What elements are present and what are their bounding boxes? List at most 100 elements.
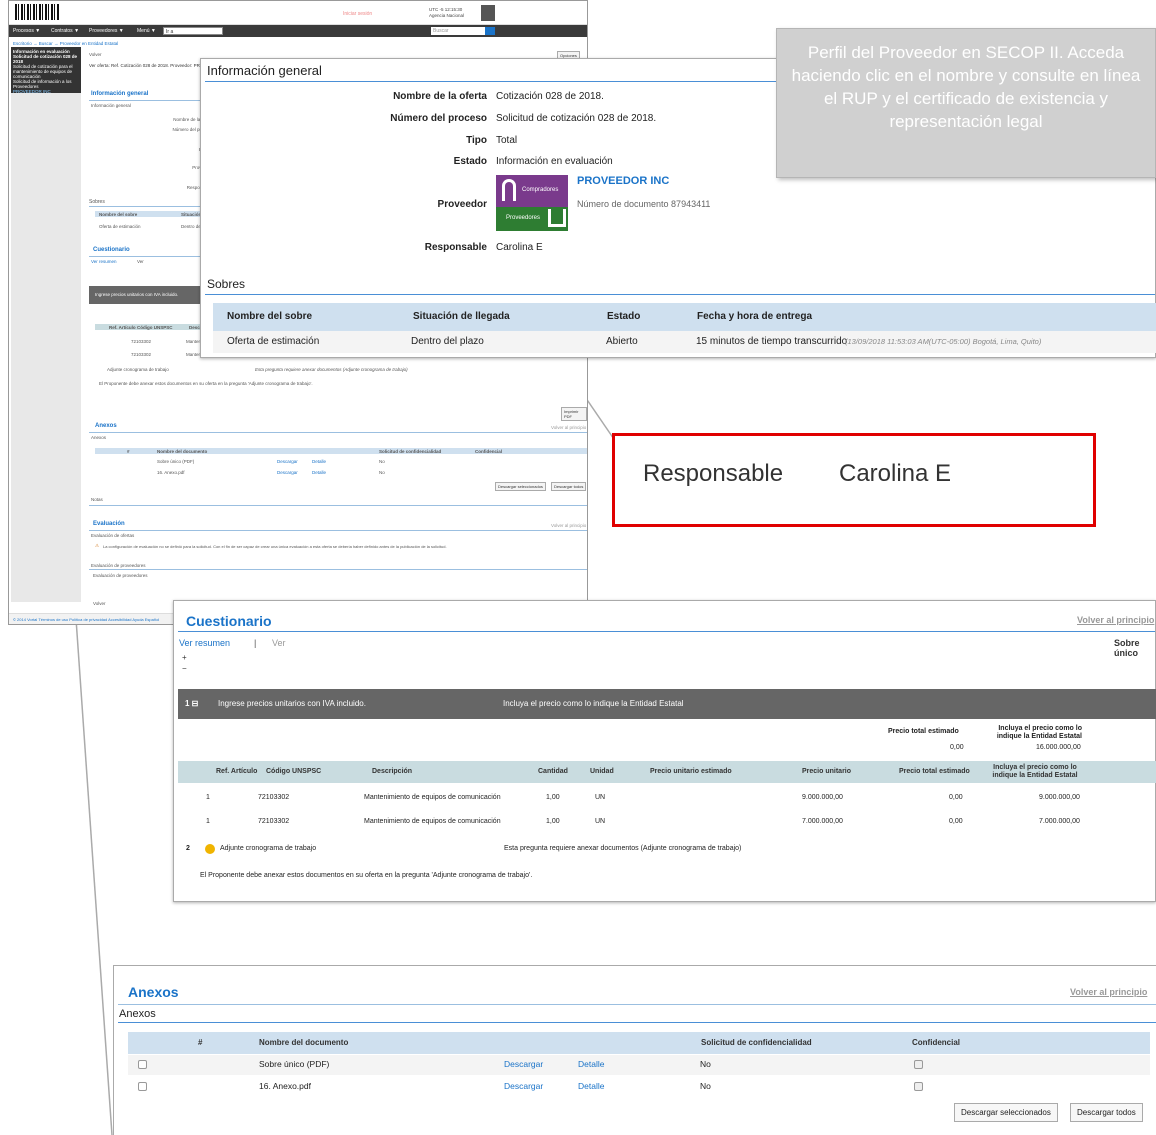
provider-document: Número de documento 87943411 — [577, 199, 711, 209]
label-responsible: Responsable — [424, 242, 487, 253]
bg-anexo-detail-1[interactable]: Detalle — [312, 459, 326, 464]
bg-anexos-col-num: # — [127, 449, 130, 454]
ver-resumen-link[interactable]: Ver resumen — [179, 638, 230, 648]
zoom-value: Carolina E — [839, 460, 952, 487]
search-icon[interactable] — [485, 27, 495, 35]
bg-eval-warning: La configuración de evaluación no se def… — [103, 544, 447, 549]
avatar[interactable] — [481, 5, 495, 21]
item-unit-1: UN — [595, 794, 606, 801]
summary-header-est: Precio total estimado — [888, 728, 959, 735]
label-offer-name: Nombre de la oferta — [393, 91, 487, 102]
confidential-checkbox-2 — [914, 1082, 923, 1091]
item-price-2: 7.000.000,00 — [802, 818, 843, 825]
sobre-state: Abierto — [606, 336, 638, 347]
anexos-col-conf-req: Solicitud de confidencialidad — [701, 1038, 812, 1047]
bg-sobres-name: Oferta de estimación — [99, 224, 141, 229]
bg-ver[interactable]: Ver — [137, 259, 144, 264]
item-unit-2: UN — [595, 818, 606, 825]
question-text-1: Ingrese precios unitarios con IVA inclui… — [218, 699, 366, 708]
cuestionario-note: El Proponente debe anexar estos document… — [200, 872, 533, 879]
section-cuestionario: Cuestionario — [93, 247, 130, 253]
bg-ver-resumen[interactable]: Ver resumen — [91, 259, 117, 264]
row-select-checkbox-1[interactable] — [138, 1060, 147, 1069]
detail-link-2[interactable]: Detalle — [578, 1081, 604, 1091]
bg-anexos-col-conf-req: Solicitud de confidencialidad — [379, 449, 442, 454]
bg-back-top-1[interactable]: Volver al principio — [551, 425, 586, 430]
conf-request-1: No — [700, 1059, 711, 1069]
home-icon — [502, 179, 516, 201]
colombia-compra-logo — [15, 4, 59, 20]
anexos-table-header: # Nombre del documento Solicitud de conf… — [128, 1032, 1150, 1054]
bg-eval-proveedores: Evaluación de proveedores — [91, 563, 146, 568]
sobres-col-delivery: Fecha y hora de entrega — [697, 311, 813, 322]
download-selected-button[interactable]: Descargar seleccionados — [954, 1103, 1058, 1122]
bg-print-pdf-button[interactable]: Imprimir PDF — [561, 407, 587, 421]
question-text-1b: Incluya el precio como lo indique la Ent… — [503, 699, 684, 708]
row-select-checkbox-2[interactable] — [138, 1082, 147, 1091]
bg-anexo-download-2[interactable]: Descargar — [277, 470, 298, 475]
section-info-general: Información general — [91, 91, 149, 97]
col-total-est: Precio total estimado — [899, 768, 970, 775]
bg-back-top-2[interactable]: Volver al principio — [551, 523, 586, 528]
bg-download-all[interactable]: Descargar todos — [551, 482, 587, 491]
back-to-top-link[interactable]: Volver al principio — [1077, 615, 1154, 625]
collapse-all-button[interactable]: − — [182, 664, 187, 673]
anexos-title: Anexos — [128, 984, 179, 1000]
label-state: Estado — [453, 156, 487, 167]
question-row-1[interactable]: 1 ⊟ Ingrese precios unitarios con IVA in… — [178, 689, 1156, 719]
bg-download-selected[interactable]: Descargar seleccionados — [495, 482, 546, 491]
login-link[interactable]: Iniciar sesión — [343, 11, 372, 17]
provider-name-link[interactable]: PROVEEDOR INC — [577, 175, 669, 187]
col-entity: Incluya el precio como lo indique la Ent… — [992, 764, 1078, 779]
nav-proveedores[interactable]: Proveedores ▼ — [89, 28, 124, 34]
section-evaluacion: Evaluación — [93, 521, 125, 527]
col-qty: Cantidad — [538, 768, 568, 775]
value-state: Información en evaluación — [496, 156, 613, 167]
cuestionario-title: Cuestionario — [186, 613, 272, 629]
ver-link[interactable]: Ver — [272, 638, 286, 648]
sobre-delivery: 15 minutos de tiempo transcurrido — [696, 336, 848, 347]
item-total-est-1: 0,00 — [949, 794, 963, 801]
bg-anexo-name-1: Sobre único (PDF) — [157, 459, 195, 464]
bg-code-1: 72103302 — [131, 339, 152, 344]
left-summary-box: Información en evaluación Solicitud de c… — [11, 47, 81, 94]
sobres-col-name: Nombre del sobre — [227, 311, 313, 322]
table-row: Sobre único (PDF) Descargar Detalle No — [128, 1055, 1150, 1075]
bg-cuest-note: El Proponente debe anexar estos document… — [99, 381, 313, 386]
provider-profile-callout: Perfil del Proveedor en SECOP II. Acceda… — [776, 28, 1156, 178]
download-link-1[interactable]: Descargar — [504, 1059, 543, 1069]
nav-procesos[interactable]: Procesos ▼ — [13, 28, 40, 34]
warning-icon — [205, 844, 215, 854]
table-row: 16. Anexo.pdf Descargar Detalle No — [128, 1077, 1150, 1097]
breadcrumb[interactable]: Escritorio → Buscar → Proveedor en Entid… — [13, 41, 118, 46]
item-entity-2: 7.000.000,00 — [1039, 818, 1080, 825]
goto-select[interactable]: Ir a — [163, 27, 223, 35]
responsible-zoom-box: Responsable Carolina E — [612, 433, 1096, 527]
bg-eval-ofertas: Evaluación de ofertas — [91, 533, 135, 538]
anexos-subtitle: Anexos — [119, 1008, 156, 1020]
back-link[interactable]: Volver — [89, 52, 102, 57]
anexos-back-to-top-link[interactable]: Volver al principio — [1070, 987, 1147, 997]
expand-all-button[interactable]: + — [182, 653, 187, 662]
nav-contratos[interactable]: Contratos ▼ — [51, 28, 79, 34]
col-est-price: Precio unitario estimado — [650, 768, 732, 775]
bg-sobres-col-name: Nombre del sobre — [99, 212, 138, 217]
item-code-2: 72103302 — [258, 818, 290, 825]
nav-menu[interactable]: Menú ▼ — [137, 28, 156, 34]
bg-warning-icon: ⚠ — [95, 543, 100, 548]
item-desc-2: Mantenimiento de equipos de comunicación — [364, 818, 501, 825]
download-all-button[interactable]: Descargar todos — [1070, 1103, 1143, 1122]
search-input[interactable]: Buscar — [431, 27, 485, 35]
bg-anexo-name-2: 16. Anexo.pdf — [157, 470, 185, 475]
left-panel — [11, 47, 81, 602]
sobre-arrival: Dentro del plazo — [411, 336, 484, 347]
bg-col-ref: Ref. Artículo — [109, 325, 136, 330]
summary-value-entity: 16.000.000,00 — [1036, 744, 1081, 751]
bg-anexo-detail-2[interactable]: Detalle — [312, 470, 326, 475]
detail-link-1[interactable]: Detalle — [578, 1059, 604, 1069]
item-qty-1: 1,00 — [546, 794, 560, 801]
anexos-col-conf: Confidencial — [912, 1038, 961, 1047]
bg-anexo-download-1[interactable]: Descargar — [277, 459, 298, 464]
download-link-2[interactable]: Descargar — [504, 1081, 543, 1091]
bg-volver-button[interactable]: Volver — [93, 601, 106, 606]
